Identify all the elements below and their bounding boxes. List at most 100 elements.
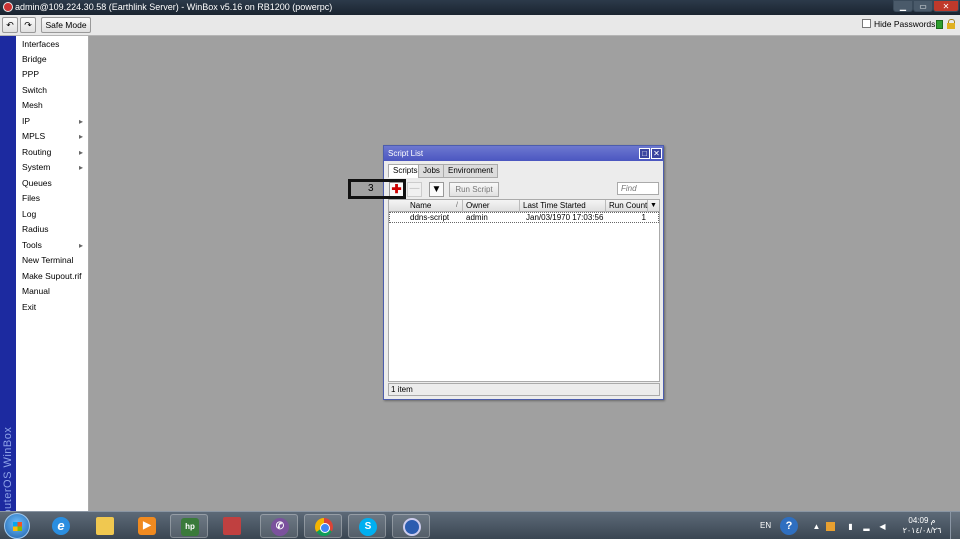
redo-button[interactable]: ↷: [20, 17, 36, 33]
network-icon[interactable]: ▂: [862, 522, 871, 531]
hp-icon: hp: [181, 518, 199, 536]
sidebar-item-label: Bridge: [22, 54, 47, 64]
cell-last-time-started: Jan/03/1970 17:03:56: [526, 213, 604, 222]
sidebar-item-label: Manual: [22, 286, 50, 296]
column-name[interactable]: Name /: [389, 200, 463, 212]
filter-icon[interactable]: ▼: [429, 182, 444, 197]
taskbar-skype[interactable]: S: [348, 514, 386, 538]
cell-name: ddns-script: [410, 213, 450, 222]
tray-expand-icon[interactable]: ▲: [812, 522, 821, 531]
sidebar-item-label: System: [22, 162, 51, 172]
sidebar-item-label: Files: [22, 193, 40, 203]
taskbar-ie[interactable]: e: [42, 514, 80, 538]
minimize-button[interactable]: ▁: [893, 0, 913, 12]
column-menu-icon[interactable]: ▼: [648, 200, 659, 212]
sidebar-item-label: Interfaces: [22, 39, 60, 49]
sidebar-item-system[interactable]: System ▸: [16, 160, 89, 175]
table-header: Name / Owner Last Time Started Run Count …: [389, 200, 659, 212]
sidebar-item-manual[interactable]: Manual: [16, 284, 89, 299]
window-title: admin@109.224.30.58 (Earthlink Server) -…: [15, 2, 333, 12]
maximize-button[interactable]: ▭: [913, 0, 933, 12]
column-name-label: Name: [410, 201, 432, 210]
column-last-time-started[interactable]: Last Time Started: [520, 200, 606, 212]
clock-date: ٢٠١٤/٠٨/٢٦: [902, 526, 942, 535]
sidebar-item-routing[interactable]: Routing ▸: [16, 145, 89, 160]
hide-passwords-toggle[interactable]: Hide Passwords: [862, 19, 935, 29]
brand-label: RouterOS WinBox: [2, 426, 14, 524]
remove-icon[interactable]: —: [407, 182, 422, 197]
close-button[interactable]: ✕: [933, 0, 959, 12]
sidebar-item-mesh[interactable]: Mesh: [16, 98, 89, 113]
undo-button[interactable]: ↶: [2, 17, 18, 33]
tab-environment[interactable]: Environment: [443, 164, 498, 178]
taskbar-media[interactable]: ▶: [128, 514, 166, 538]
clock[interactable]: 04:09 م ٢٠١٤/٠٨/٢٦: [900, 516, 944, 536]
taskbar-explorer[interactable]: [86, 514, 124, 538]
sidebar-item-label: Routing: [22, 147, 52, 157]
cell-owner: admin: [466, 213, 488, 222]
taskbar: e ▶ hp ✆ S EN ? ▲ ▮ ▂ ◀ 04:09 م ٢٠١٤/٠٨/…: [0, 511, 960, 539]
submenu-arrow-icon: ▸: [78, 241, 83, 250]
media-player-icon: ▶: [138, 517, 156, 535]
sidebar-item-label: Exit: [22, 302, 37, 312]
help-icon[interactable]: ?: [780, 517, 798, 535]
sidebar-item-label: Radius: [22, 224, 49, 234]
item-count-status: 1 item: [388, 383, 660, 396]
sidebar-item-ip[interactable]: IP ▸: [16, 114, 89, 129]
annotation-number: 3: [368, 183, 374, 194]
folder-icon: [96, 517, 114, 535]
submenu-arrow-icon: ▸: [78, 117, 83, 126]
start-button[interactable]: [4, 513, 30, 539]
close-icon[interactable]: ✕: [651, 148, 662, 159]
hide-passwords-label: Hide Passwords: [874, 19, 936, 29]
taskbar-game[interactable]: [213, 514, 251, 538]
clock-time: 04:09 م: [908, 516, 936, 525]
sidebar-item-label: IP: [22, 116, 31, 126]
safe-mode-button[interactable]: Safe Mode: [41, 17, 91, 33]
taskbar-viber[interactable]: ✆: [260, 514, 298, 538]
lock-icon: [947, 19, 956, 29]
winbox-icon: [403, 518, 421, 536]
battery-icon[interactable]: ▮: [846, 522, 855, 531]
skype-icon: S: [359, 518, 377, 536]
column-owner[interactable]: Owner: [463, 200, 520, 212]
scripts-table: Name / Owner Last Time Started Run Count …: [388, 199, 660, 382]
cell-run-count: 1: [641, 213, 646, 222]
hide-passwords-checkbox[interactable]: [862, 19, 871, 28]
taskbar-hp[interactable]: hp: [170, 514, 208, 538]
sidebar-item-label: Queues: [22, 178, 52, 188]
show-desktop-button[interactable]: [950, 512, 960, 539]
sidebar-item-make-supout[interactable]: Make Supout.rif: [16, 269, 89, 284]
find-input[interactable]: [617, 182, 659, 195]
sidebar-item-label: PPP: [22, 69, 40, 79]
sidebar-item-label: Mesh: [22, 100, 43, 110]
maximize-icon[interactable]: □: [639, 148, 650, 159]
sidebar-item-tools[interactable]: Tools ▸: [16, 238, 89, 253]
column-run-count[interactable]: Run Count: [606, 200, 648, 212]
sidebar-item-log[interactable]: Log: [16, 207, 89, 222]
sidebar-item-mpls[interactable]: MPLS ▸: [16, 129, 89, 144]
taskbar-winbox[interactable]: [392, 514, 430, 538]
language-indicator[interactable]: EN: [760, 521, 771, 539]
tray-app-icon[interactable]: [826, 522, 835, 531]
sidebar-item-bridge[interactable]: Bridge: [16, 52, 89, 67]
table-row[interactable]: ddns-script admin Jan/03/1970 17:03:56 1: [389, 212, 659, 223]
main-toolbar: ↶ ↷ Safe Mode Hide Passwords: [0, 15, 960, 36]
sidebar-item-switch[interactable]: Switch: [16, 83, 89, 98]
volume-icon[interactable]: ◀: [878, 522, 887, 531]
sidebar-item-queues[interactable]: Queues: [16, 176, 89, 191]
script-list-title: Script List: [388, 149, 424, 158]
script-list-titlebar[interactable]: Script List □ ✕: [384, 146, 663, 161]
sidebar-item-interfaces[interactable]: Interfaces: [16, 37, 89, 52]
chrome-icon: [315, 518, 333, 536]
sidebar-item-exit[interactable]: Exit: [16, 300, 89, 315]
sidebar-item-ppp[interactable]: PPP: [16, 67, 89, 82]
run-script-button[interactable]: Run Script: [449, 182, 499, 197]
sidebar-item-radius[interactable]: Radius: [16, 222, 89, 237]
tab-jobs[interactable]: Jobs: [418, 164, 445, 178]
game-icon: [223, 517, 241, 535]
sidebar-item-new-terminal[interactable]: New Terminal: [16, 253, 89, 268]
submenu-arrow-icon: ▸: [78, 148, 83, 157]
sidebar-item-files[interactable]: Files: [16, 191, 89, 206]
taskbar-chrome[interactable]: [304, 514, 342, 538]
